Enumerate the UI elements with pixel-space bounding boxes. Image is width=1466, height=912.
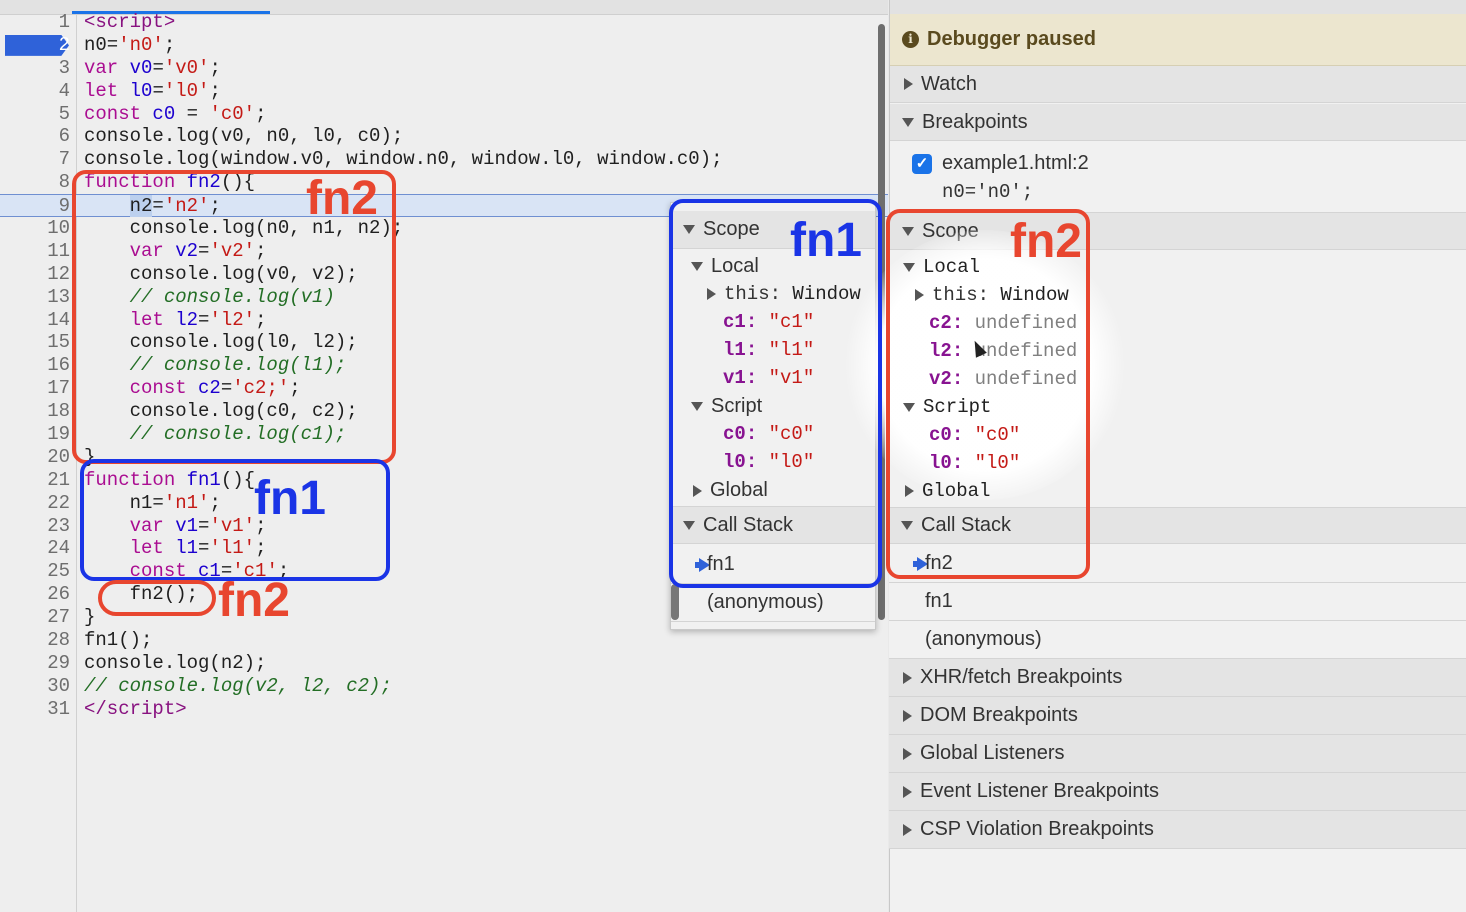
line-number[interactable]: 16: [0, 354, 70, 377]
line-number[interactable]: 15: [0, 331, 70, 354]
collapsed-triangle-icon: [903, 785, 912, 798]
line-number[interactable]: 29: [0, 652, 70, 675]
line-number[interactable]: 30: [0, 675, 70, 698]
info-icon: i: [902, 31, 919, 48]
line-number[interactable]: 23: [0, 515, 70, 538]
sidebar-frame-name: fn1: [925, 590, 953, 612]
section-label: Global Listeners: [920, 742, 1065, 764]
collapsed-triangle-icon: [903, 823, 912, 836]
breakpoints-section-header[interactable]: Breakpoints: [890, 104, 1466, 141]
breakpoints-label: Breakpoints: [922, 110, 1028, 133]
line-number[interactable]: 9: [0, 195, 70, 218]
breakpoint-code: n0='n0';: [942, 181, 1034, 203]
debugger-toolbar: [890, 0, 1466, 14]
code-text: const c0 = 'c0';: [84, 102, 267, 125]
sidebar-frame-name: (anonymous): [925, 628, 1042, 650]
line-number[interactable]: 22: [0, 492, 70, 515]
line-number[interactable]: 4: [0, 80, 70, 103]
code-text: var v0='v0';: [84, 56, 221, 79]
line-number[interactable]: 20: [0, 446, 70, 469]
code-line[interactable]: 30 // console.log(v2, l2, c2);: [0, 675, 888, 698]
code-text: // console.log(v2, l2, c2);: [84, 674, 392, 697]
section-label: XHR/fetch Breakpoints: [920, 666, 1123, 688]
section-label: DOM Breakpoints: [920, 704, 1078, 726]
line-number[interactable]: 13: [0, 286, 70, 309]
code-text: </script>: [84, 697, 187, 720]
collapsed-triangle-icon: [903, 747, 912, 760]
section-label: Event Listener Breakpoints: [920, 780, 1160, 802]
code-text: n0='n0';: [84, 33, 176, 56]
annotation-box-fn1-code: [80, 459, 390, 581]
line-number[interactable]: 12: [0, 263, 70, 286]
popover-frame-name: (anonymous): [707, 591, 824, 613]
popover-call-frame[interactable]: (anonymous): [671, 584, 875, 622]
code-line[interactable]: 29 console.log(n2);: [0, 652, 888, 675]
code-line[interactable]: 31 </script>: [0, 698, 888, 721]
annotation-fn1-code: fn1: [254, 472, 326, 525]
popover-scrollbar[interactable]: [671, 584, 679, 620]
sidebar-section-header[interactable]: CSP Violation Breakpoints: [889, 811, 1466, 849]
line-number[interactable]: 18: [0, 400, 70, 423]
line-number[interactable]: 7: [0, 148, 70, 171]
code-text: let l0='l0';: [84, 79, 221, 102]
checkbox-checked-icon[interactable]: ✓: [912, 153, 932, 174]
code-line[interactable]: 3 var v0='v0';: [0, 57, 888, 80]
code-line[interactable]: 2 n0='n0';: [0, 34, 888, 57]
annotation-fn2-code: fn2: [306, 172, 378, 225]
sidebar-section-header[interactable]: Event Listener Breakpoints: [889, 773, 1466, 811]
code-text: console.log(n2);: [84, 651, 267, 674]
sidebar-call-frame[interactable]: fn1: [889, 583, 1466, 621]
line-number[interactable]: 2: [0, 34, 70, 57]
line-number[interactable]: 14: [0, 309, 70, 332]
code-text: console.log(v0, n0, l0, c0);: [84, 125, 404, 148]
annotation-fn2-sidebar: fn2: [1010, 215, 1082, 268]
breakpoint-item[interactable]: ✓ example1.html:2: [912, 152, 1089, 175]
line-number[interactable]: 6: [0, 125, 70, 148]
line-number[interactable]: 5: [0, 103, 70, 126]
line-number[interactable]: 31: [0, 698, 70, 721]
code-text: <script>: [84, 11, 176, 33]
code-line[interactable]: 5 const c0 = 'c0';: [0, 103, 888, 126]
line-number[interactable]: 10: [0, 217, 70, 240]
code-line[interactable]: 6 console.log(v0, n0, l0, c0);: [0, 125, 888, 148]
paused-text: Debugger paused: [927, 28, 1096, 50]
watch-label: Watch: [921, 72, 977, 95]
code-text: }: [84, 606, 96, 629]
sidebar-section-header[interactable]: Global Listeners: [889, 735, 1466, 773]
line-number[interactable]: 11: [0, 240, 70, 263]
collapsed-triangle-icon: [903, 671, 912, 684]
watch-section-header[interactable]: Watch: [890, 66, 1466, 103]
code-text: fn1();: [84, 629, 153, 652]
sidebar-section-header[interactable]: XHR/fetch Breakpoints: [889, 659, 1466, 697]
line-number[interactable]: 27: [0, 606, 70, 629]
collapsed-triangle-icon: [904, 78, 913, 90]
debugger-paused-banner: i Debugger paused: [890, 14, 1466, 66]
annotation-box-fn2-call: [98, 580, 216, 616]
collapsed-triangle-icon: [903, 709, 912, 722]
line-number[interactable]: 1: [0, 11, 70, 34]
sidebar-call-frame[interactable]: (anonymous): [889, 621, 1466, 659]
line-number[interactable]: 17: [0, 377, 70, 400]
code-line[interactable]: 7 console.log(window.v0, window.n0, windo…: [0, 148, 888, 171]
sidebar-section-header[interactable]: DOM Breakpoints: [889, 697, 1466, 735]
breakpoint-file: example1.html:2: [942, 152, 1089, 174]
line-number[interactable]: 19: [0, 423, 70, 446]
line-number[interactable]: 26: [0, 583, 70, 606]
code-text: console.log(window.v0, window.n0, window…: [84, 148, 723, 171]
line-number[interactable]: 25: [0, 560, 70, 583]
section-label: CSP Violation Breakpoints: [920, 818, 1154, 840]
expanded-triangle-icon: [902, 117, 914, 127]
code-line[interactable]: 1 <script>: [0, 11, 888, 34]
code-line[interactable]: 28 fn1();: [0, 629, 888, 652]
line-number[interactable]: 8: [0, 171, 70, 194]
annotation-fn1-popover: fn1: [790, 214, 862, 267]
line-number[interactable]: 28: [0, 629, 70, 652]
code-line[interactable]: 4 let l0='l0';: [0, 80, 888, 103]
line-number[interactable]: 3: [0, 57, 70, 80]
annotation-fn2-call: fn2: [218, 574, 290, 627]
line-number[interactable]: 21: [0, 469, 70, 492]
line-number[interactable]: 24: [0, 537, 70, 560]
